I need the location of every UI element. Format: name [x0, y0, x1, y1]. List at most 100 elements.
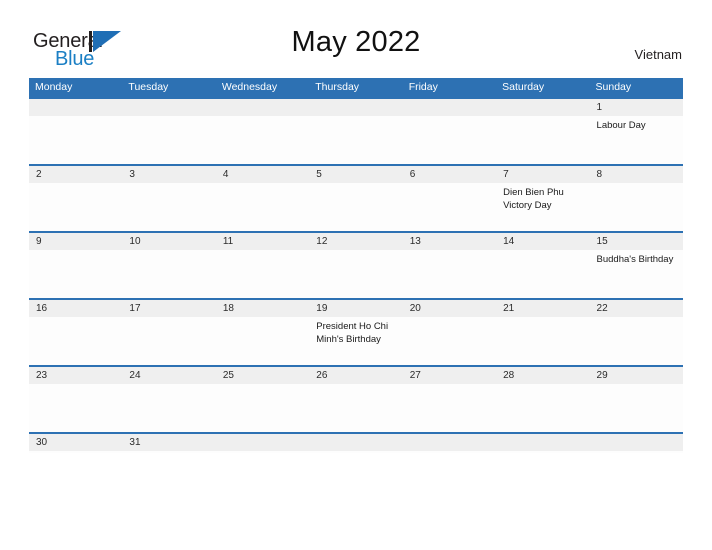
day-cell[interactable] — [403, 317, 496, 367]
day-cell[interactable] — [590, 183, 683, 233]
date-number[interactable]: 3 — [122, 166, 215, 183]
event-label: Dien Bien Phu Victory Day — [503, 187, 564, 211]
date-number[interactable]: 14 — [496, 233, 589, 250]
date-number[interactable] — [216, 99, 309, 116]
date-number[interactable]: 6 — [403, 166, 496, 183]
day-cell[interactable] — [122, 116, 215, 166]
day-cell[interactable] — [29, 250, 122, 300]
date-number[interactable]: 7 — [496, 166, 589, 183]
day-cell[interactable] — [216, 183, 309, 233]
date-number[interactable]: 11 — [216, 233, 309, 250]
date-number-band: 1 — [29, 99, 683, 116]
date-number[interactable]: 21 — [496, 300, 589, 317]
date-number-band: 9 10 11 12 13 14 15 — [29, 233, 683, 250]
date-number[interactable] — [403, 99, 496, 116]
day-cell[interactable] — [122, 317, 215, 367]
date-number[interactable]: 23 — [29, 367, 122, 384]
day-cell[interactable] — [590, 317, 683, 367]
weekday-header-row: Monday Tuesday Wednesday Thursday Friday… — [29, 78, 683, 97]
date-number[interactable]: 4 — [216, 166, 309, 183]
weekday-friday: Friday — [408, 81, 438, 93]
day-cell[interactable] — [29, 116, 122, 166]
event-row: Dien Bien Phu Victory Day — [29, 183, 683, 233]
week-row: 2 3 4 5 6 7 8 Dien Bien Phu Victory Day — [29, 164, 683, 231]
day-cell[interactable] — [216, 317, 309, 367]
date-number[interactable]: 26 — [309, 367, 402, 384]
date-number[interactable]: 12 — [309, 233, 402, 250]
calendar-page: General Blue May 2022 Vietnam Monday Tue… — [0, 0, 712, 550]
date-number[interactable] — [403, 434, 496, 451]
day-cell[interactable] — [309, 183, 402, 233]
day-cell[interactable] — [403, 183, 496, 233]
day-cell[interactable]: President Ho Chi Minh's Birthday — [309, 317, 402, 367]
event-label: Buddha's Birthday — [596, 254, 674, 265]
day-cell[interactable]: Buddha's Birthday — [590, 250, 683, 300]
day-cell[interactable] — [309, 384, 402, 434]
date-number[interactable] — [309, 99, 402, 116]
day-cell[interactable] — [309, 250, 402, 300]
date-number[interactable] — [590, 434, 683, 451]
day-cell[interactable] — [29, 317, 122, 367]
day-cell[interactable] — [403, 384, 496, 434]
day-cell[interactable] — [216, 116, 309, 166]
date-number[interactable]: 9 — [29, 233, 122, 250]
day-cell[interactable] — [496, 317, 589, 367]
date-number[interactable]: 16 — [29, 300, 122, 317]
date-number[interactable]: 31 — [122, 434, 215, 451]
day-cell[interactable] — [496, 116, 589, 166]
day-cell[interactable] — [590, 384, 683, 434]
day-cell[interactable]: Labour Day — [590, 116, 683, 166]
month-calendar: Monday Tuesday Wednesday Thursday Friday… — [29, 78, 683, 453]
day-cell[interactable] — [122, 183, 215, 233]
day-cell[interactable] — [216, 250, 309, 300]
date-number[interactable]: 2 — [29, 166, 122, 183]
date-number[interactable]: 25 — [216, 367, 309, 384]
weekday-wednesday: Wednesday — [221, 81, 278, 93]
date-number[interactable] — [309, 434, 402, 451]
date-number[interactable]: 30 — [29, 434, 122, 451]
date-number[interactable]: 13 — [403, 233, 496, 250]
date-number[interactable]: 24 — [122, 367, 215, 384]
date-number[interactable] — [496, 99, 589, 116]
week-row: 16 17 18 19 20 21 22 President Ho Chi Mi… — [29, 298, 683, 365]
date-number[interactable]: 8 — [590, 166, 683, 183]
date-number[interactable] — [216, 434, 309, 451]
date-number[interactable]: 10 — [122, 233, 215, 250]
day-cell[interactable] — [496, 384, 589, 434]
day-cell[interactable] — [29, 384, 122, 434]
day-cell[interactable] — [122, 250, 215, 300]
date-number[interactable]: 1 — [590, 99, 683, 116]
day-cell[interactable] — [496, 250, 589, 300]
week-row: 23 24 25 26 27 28 29 — [29, 365, 683, 432]
day-cell[interactable] — [309, 116, 402, 166]
week-row: 1 Labour Day — [29, 97, 683, 164]
date-number[interactable]: 20 — [403, 300, 496, 317]
weekday-sunday: Sunday — [595, 81, 632, 93]
page-title: May 2022 — [291, 26, 421, 58]
event-row: President Ho Chi Minh's Birthday — [29, 317, 683, 367]
day-cell[interactable] — [122, 384, 215, 434]
date-number[interactable]: 18 — [216, 300, 309, 317]
day-cell[interactable] — [29, 183, 122, 233]
date-number[interactable]: 28 — [496, 367, 589, 384]
date-number[interactable] — [122, 99, 215, 116]
date-number-band: 30 31 — [29, 434, 683, 451]
day-cell[interactable] — [403, 250, 496, 300]
day-cell[interactable] — [403, 116, 496, 166]
date-number[interactable]: 29 — [590, 367, 683, 384]
date-number[interactable]: 15 — [590, 233, 683, 250]
date-number[interactable]: 5 — [309, 166, 402, 183]
date-number[interactable]: 27 — [403, 367, 496, 384]
day-cell[interactable] — [216, 384, 309, 434]
event-label: President Ho Chi Minh's Birthday — [316, 321, 389, 345]
date-number[interactable]: 17 — [122, 300, 215, 317]
weekday-saturday: Saturday — [502, 81, 545, 93]
page-header: General Blue May 2022 Vietnam — [0, 0, 712, 76]
day-cell[interactable]: Dien Bien Phu Victory Day — [496, 183, 589, 233]
date-number-band: 23 24 25 26 27 28 29 — [29, 367, 683, 384]
date-number[interactable] — [496, 434, 589, 451]
weekday-thursday: Thursday — [315, 81, 360, 93]
date-number[interactable] — [29, 99, 122, 116]
date-number[interactable]: 22 — [590, 300, 683, 317]
date-number[interactable]: 19 — [309, 300, 402, 317]
